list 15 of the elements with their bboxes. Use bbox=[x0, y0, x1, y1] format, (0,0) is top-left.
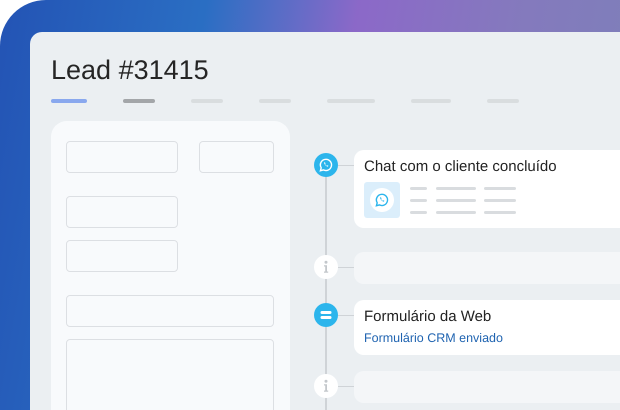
chat-bubble-icon bbox=[370, 188, 394, 212]
input-field[interactable] bbox=[66, 141, 178, 173]
form-icon bbox=[314, 303, 338, 327]
chat-bubble-icon bbox=[314, 153, 338, 177]
event-title: Chat com o cliente concluído bbox=[364, 158, 558, 176]
tab[interactable] bbox=[123, 99, 155, 103]
event-title: Formulário da Web bbox=[364, 308, 492, 326]
input-field[interactable] bbox=[66, 295, 274, 327]
input-field[interactable] bbox=[66, 240, 178, 272]
input-field[interactable] bbox=[199, 141, 274, 173]
text-area[interactable] bbox=[66, 339, 274, 410]
input-field[interactable] bbox=[66, 196, 178, 228]
form-link[interactable]: Formulário CRM enviado bbox=[364, 331, 503, 345]
tab[interactable] bbox=[51, 99, 87, 103]
page-title: Lead #31415 bbox=[51, 54, 210, 86]
